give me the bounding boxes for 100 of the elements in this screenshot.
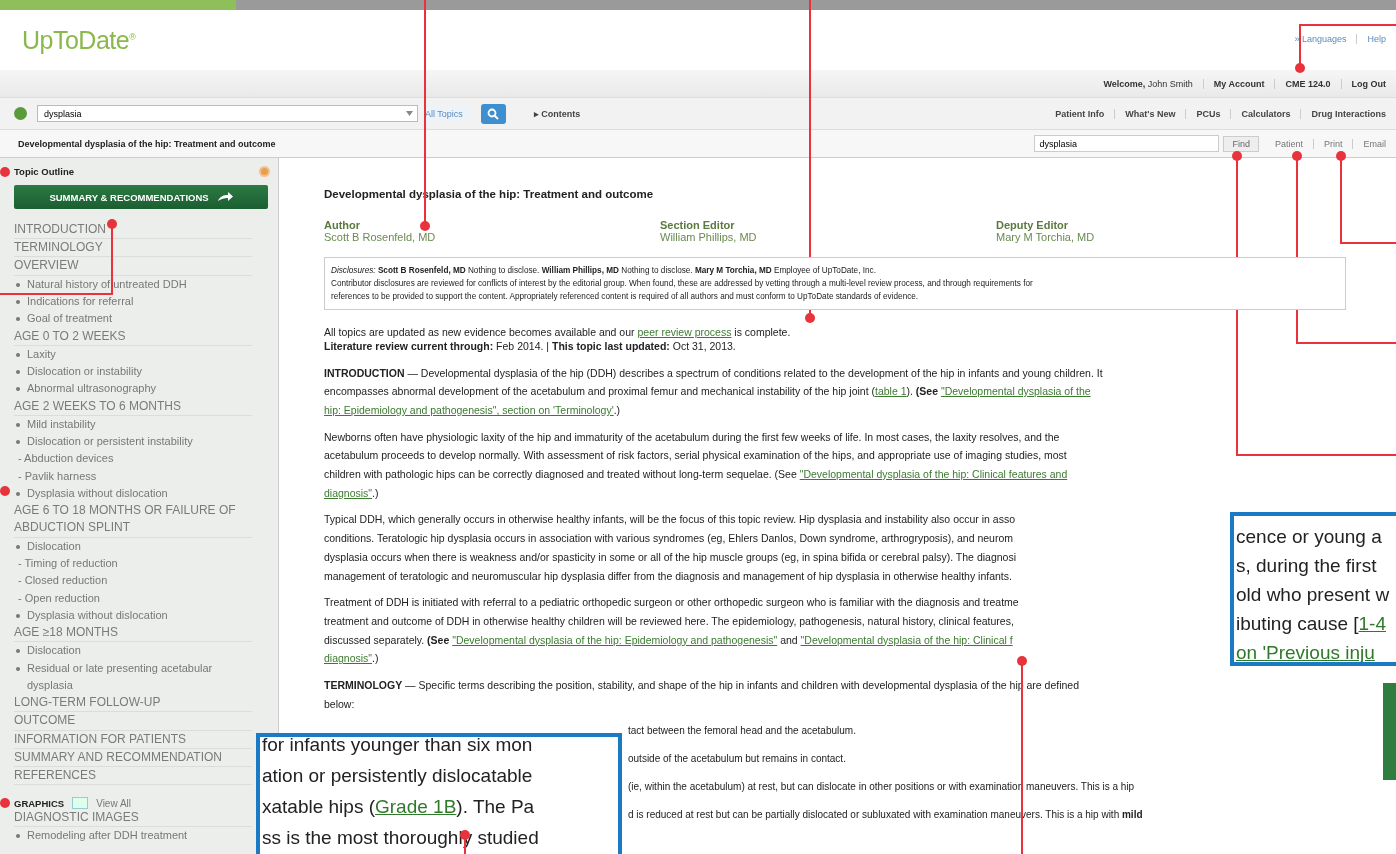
bullet-icon bbox=[16, 299, 20, 304]
bullet-icon bbox=[16, 352, 20, 357]
search-icon bbox=[487, 107, 500, 120]
bullet-icon bbox=[16, 834, 20, 839]
bullet-icon bbox=[16, 649, 20, 654]
find-field[interactable]: dysplasia bbox=[1034, 135, 1220, 152]
outline-section-link[interactable]: AGE ≥18 MONTHS bbox=[14, 624, 252, 643]
header-link[interactable]: Help bbox=[1356, 34, 1396, 44]
outline-section-link[interactable]: OUTCOME bbox=[14, 712, 252, 731]
go-icon[interactable] bbox=[14, 107, 27, 120]
outline-link[interactable]: Dislocation or instability bbox=[14, 363, 252, 381]
view-all-link[interactable]: View All bbox=[96, 797, 131, 809]
search-button[interactable] bbox=[480, 103, 506, 124]
outline-link[interactable]: - Closed reduction bbox=[14, 572, 252, 590]
outline-section-link[interactable]: SUMMARY AND RECOMMENDATION bbox=[14, 748, 252, 768]
paragraph: Treatment of DDH is initiated with referral to a pediatric orthopedic surgeon or other orthopedic surgeon who is familiar with the diagnosis and treatme treatment and outcome of DDH in otherwise healthy children will be reviewed here. The epidemiology, pathogenesis, natural history, clinical features, discussed separately. (See "Developmental dysplasia of the hip: Epidemiology and pathogenesis" and "Developmental dysplasia of the hip: Clinical f diagnosis".) bbox=[324, 595, 1019, 667]
bullet-icon bbox=[16, 370, 20, 374]
outline-link[interactable]: Residual or late presenting acetabular dysplasia bbox=[14, 659, 252, 695]
link[interactable]: "Developmental dysplasia of the hip: Epidemiology and pathogenesis" bbox=[452, 633, 778, 646]
arrow-icon bbox=[216, 192, 233, 202]
link[interactable]: hip: Epidemiology and pathogenesis", section on 'Terminology' bbox=[324, 403, 614, 416]
outline-link[interactable]: Goal of treatment bbox=[14, 310, 252, 328]
bullet-icon bbox=[16, 387, 20, 392]
link[interactable]: "Developmental dysplasia of the hip: Clinical features and bbox=[799, 468, 1068, 480]
outline-link[interactable]: - Open reduction bbox=[14, 589, 252, 607]
contributor-name[interactable]: Mary M Torchia, MD bbox=[996, 231, 1332, 243]
topic-action-link[interactable]: Patient bbox=[1264, 138, 1313, 149]
graphics-heading: GRAPHICS bbox=[14, 797, 65, 809]
bullet-icon bbox=[16, 317, 20, 322]
link[interactable]: 1-4 bbox=[1358, 613, 1386, 634]
bullet-icon bbox=[16, 666, 20, 671]
contributor-role: Section Editor bbox=[660, 219, 736, 231]
outline-link[interactable]: Dislocation bbox=[14, 642, 252, 660]
nav-link[interactable]: Patient Info bbox=[1045, 108, 1115, 119]
nav-link[interactable]: Drug Interactions bbox=[1300, 108, 1396, 119]
paragraph: Typical DDH, which generally occurs in otherwise healthy infants, will be the focus of this topic review. Hip dysplasia and instability also occur in asso conditions. Teratologic hip dysplasia occurs in association with various syndromes (eg, Ehlers Danlos, Down syndrome, arthrogryposis), and neurom dysplasia occurs when there is weakness and/or spasticity in some or all of the hip muscle groups (eg, in spina bifida or cerebral palsy). The diagnosi management of teratologic and neuromuscular hip dysplasia differ from the diagnosis and management of hip dysplasia in otherwise healthy infants. bbox=[324, 512, 1016, 584]
outline-section-link[interactable]: OVERVIEW bbox=[14, 257, 252, 276]
bullet-icon bbox=[16, 422, 20, 427]
outline-link[interactable]: - Abduction devices bbox=[14, 450, 252, 468]
outline-link[interactable]: Remodeling after DDH treatment bbox=[14, 827, 252, 845]
paragraph: Newborns often have physiologic laxity of the hip and immaturity of the acetabulum during the first few weeks of life. In most cases, the laxity resolves, and the acetabulum proceeds to develop normally. With assessment of risk factors, serial physical examination of the hips, and appropriate use of imaging studies, most children with pathologic hips can be correctly diagnosed and treated without long-term sequelae. (See "Developmental dysplasia of the hip: Clinical features and diagnosis".) bbox=[324, 429, 1068, 501]
bullet-icon bbox=[16, 440, 20, 445]
definition-text: tact between the femoral head and the acetabulum. bbox=[628, 724, 857, 739]
image-icon bbox=[72, 797, 89, 810]
nav-link[interactable]: PCUs bbox=[1185, 108, 1231, 119]
topic-action-link[interactable]: Print bbox=[1312, 138, 1353, 149]
nav-link[interactable]: Calculators bbox=[1230, 108, 1301, 119]
search-field[interactable]: dysplasia bbox=[37, 105, 418, 122]
definition-text: outside of the acetabulum but remains in contact. bbox=[628, 752, 847, 767]
contributor-name[interactable]: William Phillips, MD bbox=[660, 231, 996, 243]
paragraph: INTRODUCTION — Developmental dysplasia of the hip (DDH) describes a spectrum of conditions related to the development of the hip in infants and young children. It encompasses abnormal development of the acetabulum and proximal femur and mechanical instability of the hip joint (table 1). (See "Developmental dysplasia of the hip: Epidemiology and pathogenesis", section on 'Terminology'.) bbox=[324, 365, 1103, 418]
outline-link[interactable]: Abnormal ultrasonography bbox=[14, 380, 252, 398]
definition-text: (ie, within the acetabulum) at rest, but can dislocate in other positions or with examination maneuvers. This is a hip bbox=[628, 780, 1136, 795]
outline-section-link[interactable]: AGE 6 TO 18 MONTHS OR FAILURE OF ABDUCTION SPLINT bbox=[14, 502, 252, 538]
link[interactable]: peer review process bbox=[637, 326, 732, 338]
disclosures-box: Disclosures: Scott B Rosenfeld, MD Nothing to disclose. William Phillips, MD Nothing to disclose. Mary M Torchia, MD Employee of UpToDate, Inc. Contributor disclosures are reviewed for conflicts of interest by the editorial group. When found, these are addressed by vetting through a multi-level review process, and through requirements for references to be provided to support the content. Appropriately referenced content is required of all authors and must conform to UpToDate standards of evidence. bbox=[324, 257, 1346, 310]
link[interactable]: diagnosis" bbox=[324, 652, 373, 665]
outline-link[interactable]: - Timing of reduction bbox=[14, 555, 252, 573]
logo[interactable]: UpToDate$^{®}$ bbox=[22, 25, 136, 55]
outline-link[interactable]: Natural history of untreated DDH bbox=[14, 275, 252, 293]
bullet-icon bbox=[16, 492, 20, 496]
circle-icon[interactable] bbox=[259, 166, 270, 177]
find-button[interactable]: Find bbox=[1223, 135, 1259, 152]
link[interactable]: diagnosis" bbox=[324, 486, 373, 499]
outline-section-link[interactable]: DIAGNOSTIC IMAGES bbox=[14, 809, 252, 828]
outline-link[interactable]: Dysplasia without dislocation bbox=[14, 485, 252, 503]
contributor-name[interactable]: Scott B Rosenfeld, MD bbox=[324, 231, 660, 243]
summary-button[interactable]: SUMMARY & RECOMMENDATIONS bbox=[14, 185, 268, 209]
outline-section-link[interactable]: AGE 2 WEEKS TO 6 MONTHS bbox=[14, 397, 252, 416]
topic-title: Developmental dysplasia of the hip: Treatment and outcome bbox=[18, 138, 276, 149]
header-link[interactable]: » Languages bbox=[1284, 34, 1357, 44]
outline-link[interactable]: - Pavlik harness bbox=[14, 467, 252, 485]
contributor-role: Author bbox=[324, 219, 362, 231]
welcome-text: Welcome, John Smith bbox=[1102, 78, 1194, 89]
outline-link[interactable]: Dislocation bbox=[14, 537, 252, 555]
update-note: All topics are updated as new evidence becomes available and our peer review process is complete. Literature review current through: Feb 2014. | This topic last updated: Oct 31, 2013. bbox=[324, 326, 791, 353]
link[interactable]: "Developmental dysplasia of the hip: Clinical f bbox=[800, 633, 1013, 646]
nav-link[interactable]: What's New bbox=[1114, 108, 1186, 119]
caret-icon bbox=[406, 111, 413, 116]
callout-dot bbox=[0, 486, 10, 496]
outline-section-link[interactable]: INFORMATION FOR PATIENTS bbox=[14, 730, 252, 749]
outline-section-link[interactable]: AGE 0 TO 2 WEEKS bbox=[14, 327, 252, 346]
outline-link[interactable]: Mild instability bbox=[14, 415, 252, 434]
outline-section-link[interactable]: REFERENCES bbox=[14, 767, 252, 786]
bullet-icon bbox=[16, 544, 20, 549]
bullet-icon bbox=[16, 613, 20, 618]
account-link[interactable]: CME 124.0 bbox=[1274, 78, 1341, 89]
outline-link[interactable]: Dislocation or persistent instability bbox=[14, 433, 252, 451]
link[interactable]: "Developmental dysplasia of the bbox=[940, 385, 1091, 398]
contents-link[interactable]: ▸ Contents bbox=[533, 108, 581, 119]
outline-link[interactable]: Laxity bbox=[14, 345, 252, 363]
outline-link[interactable]: Dysplasia without dislocation bbox=[14, 606, 252, 625]
outline-link[interactable]: Indications for referral bbox=[14, 292, 252, 311]
topic-action-link[interactable]: Email bbox=[1352, 138, 1396, 149]
outline-section-link[interactable]: LONG-TERM FOLLOW-UP bbox=[14, 694, 252, 713]
account-link[interactable]: Log Out bbox=[1340, 78, 1396, 89]
callout-dot bbox=[0, 798, 10, 808]
contributor-role: Deputy Editor bbox=[996, 219, 1070, 231]
account-link[interactable]: My Account bbox=[1202, 78, 1275, 89]
outline-section-link[interactable]: TERMINOLOGY bbox=[14, 239, 252, 258]
